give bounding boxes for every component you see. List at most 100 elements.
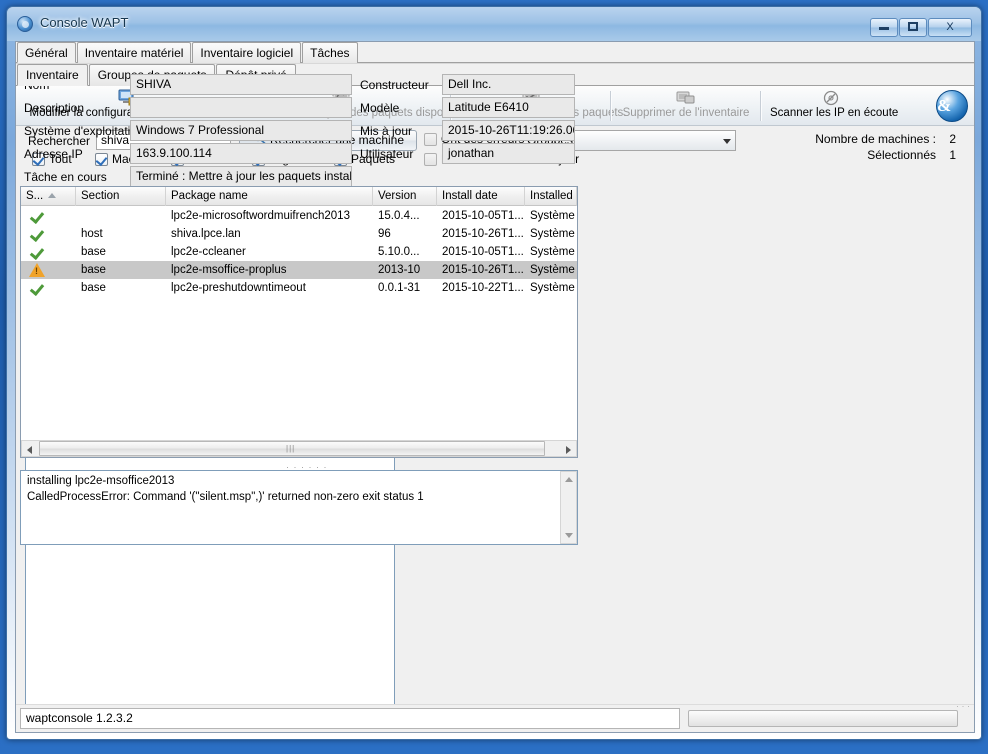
title-bar: Console WAPT X (7, 7, 981, 41)
log-line: CalledProcessError: Command '("silent.ms… (27, 491, 424, 503)
cell-package-name: shiva.lpce.lan (171, 228, 241, 240)
column-header-install-date[interactable]: Install date (437, 187, 525, 206)
remove-inventory-icon (676, 89, 696, 107)
toolbar-label: Scanner les IP en écoute (770, 107, 899, 119)
log-line: installing lpc2e-msoffice2013 (27, 475, 175, 487)
cell-package-name: lpc2e-msoffice-proplus (171, 264, 287, 276)
column-header-version[interactable]: Version (373, 187, 437, 206)
table-row[interactable]: base lpc2e-ccleaner 5.10.0... 2015-10-05… (21, 243, 577, 261)
checkbox-ont-des-erreurs[interactable] (424, 133, 437, 146)
cell-version: 15.0.4... (378, 210, 420, 222)
table-row[interactable]: host shiva.lpce.lan 96 2015-10-26T1... S… (21, 225, 577, 243)
field-label-constructeur: Constructeur (360, 78, 429, 92)
cell-version: 96 (378, 228, 391, 240)
toolbar-separator (760, 91, 762, 121)
table-row[interactable]: lpc2e-microsoftwordmuifrench2013 15.0.4.… (21, 207, 577, 225)
maximize-button[interactable] (899, 18, 927, 37)
tab-taches[interactable]: Tâches (302, 42, 358, 63)
column-header-section[interactable]: Section (76, 187, 166, 206)
packages-horizontal-scrollbar[interactable]: ||| (21, 440, 577, 457)
table-row[interactable]: base lpc2e-msoffice-proplus 2013-10 2015… (21, 261, 577, 279)
column-header-package-status-label: S... (26, 190, 44, 202)
client-area: Fichier Editer Outils ? Inventaire Group… (15, 41, 975, 733)
cell-installed-by: Système (530, 264, 575, 276)
scrollbar-thumb[interactable]: ||| (39, 441, 545, 456)
green-check-icon (31, 245, 45, 259)
field-value-utilisateur[interactable]: jonathan (442, 143, 575, 164)
tab-inventaire[interactable]: Inventaire (17, 64, 88, 86)
cell-install-date: 2015-10-05T1... (442, 210, 524, 222)
cell-version: 0.0.1-31 (378, 282, 421, 294)
resize-grip[interactable]: · · · (956, 701, 970, 715)
cell-installed-by: Système (530, 228, 575, 240)
cell-installed-by: Système (530, 246, 575, 258)
field-value-mis-a-jour[interactable]: 2015-10-26T11:19:26.06 (442, 120, 575, 141)
scroll-down-icon[interactable] (565, 533, 573, 538)
checkbox-necessite-mise-a-jour[interactable] (424, 153, 437, 166)
groups-combobox[interactable] (574, 130, 736, 151)
field-value-adresse-ip[interactable]: 163.9.100.114 (130, 143, 352, 164)
log-output-panel[interactable]: installing lpc2e-msoffice2013 CalledProc… (20, 470, 578, 545)
scan-ip-icon (821, 89, 841, 107)
green-check-icon (31, 209, 45, 223)
minimize-button[interactable] (870, 18, 898, 37)
field-value-systeme-exploitation[interactable]: Windows 7 Professional (130, 120, 352, 141)
value-nombre-de-machines: 2 (949, 132, 956, 146)
toolbar-supprimer-de-inventaire[interactable]: Supprimer de l'inventaire (614, 87, 758, 125)
table-row[interactable]: base lpc2e-preshutdowntimeout 0.0.1-31 2… (21, 279, 577, 297)
window-title: Console WAPT (40, 15, 129, 30)
warning-icon (29, 263, 45, 277)
cell-install-date: 2015-10-22T1... (442, 282, 524, 294)
field-value-description[interactable] (130, 97, 352, 118)
sort-ascending-icon (48, 193, 57, 199)
cell-install-date: 2015-10-26T1... (442, 264, 524, 276)
application-window: Console WAPT X Fichier Editer Outils ? I… (6, 6, 982, 740)
cell-section: host (81, 228, 103, 240)
field-value-nom[interactable]: SHIVA (130, 74, 352, 95)
status-bar: waptconsole 1.2.3.2 · · · (16, 701, 974, 732)
cell-version: 5.10.0... (378, 246, 420, 258)
green-check-icon (31, 281, 45, 295)
scroll-up-icon[interactable] (565, 477, 573, 482)
column-header-package-status[interactable]: S... (21, 187, 76, 206)
toolbar-label: Supprimer de l'inventaire (622, 107, 750, 119)
label-nombre-de-machines: Nombre de machines : (815, 132, 936, 146)
cell-package-name: lpc2e-preshutdowntimeout (171, 282, 306, 294)
packages-grid-panel: S... Section Package name Version Instal… (20, 186, 578, 458)
chevron-down-icon (723, 138, 731, 144)
field-label-modele: Modèle (360, 101, 400, 115)
field-value-tache-en-cours[interactable]: Terminé : Mettre à jour les paquets inst… (130, 166, 352, 187)
field-value-modele[interactable]: Latitude E6410 (442, 97, 575, 118)
cell-section (76, 207, 166, 225)
field-value-constructeur[interactable]: Dell Inc. (442, 74, 575, 95)
scrollbar-grip: ||| (286, 444, 296, 453)
app-globe-icon (17, 16, 33, 32)
field-label-tache-en-cours: Tâche en cours (24, 170, 107, 184)
detail-tab-strip: Général Inventaire matériel Inventaire l… (16, 42, 974, 63)
tab-inventaire-materiel[interactable]: Inventaire matériel (76, 42, 192, 63)
scroll-right-icon[interactable] (566, 446, 571, 454)
scroll-left-icon[interactable] (27, 446, 32, 454)
tab-general[interactable]: Général (17, 42, 76, 63)
status-text: waptconsole 1.2.3.2 (20, 708, 680, 729)
cell-section: base (81, 282, 106, 294)
cell-section: base (81, 246, 106, 258)
column-header-package-name[interactable]: Package name (166, 187, 373, 206)
close-button[interactable]: X (928, 18, 972, 37)
log-vertical-scrollbar[interactable] (560, 471, 577, 544)
tab-inventaire-logiciel[interactable]: Inventaire logiciel (192, 42, 302, 63)
field-label-adresse-ip: Adresse IP (24, 147, 83, 161)
cell-section: base (81, 264, 106, 276)
cell-version: 2013-10 (378, 264, 421, 276)
field-label-utilisateur: Utilisateur (360, 147, 414, 161)
checkbox-machine[interactable] (95, 153, 108, 166)
field-label-systeme-exploitation: Système d'exploitati (24, 124, 131, 138)
toolbar-scanner-les-ip-en-ecoute[interactable]: Scanner les IP en écoute (764, 87, 898, 125)
value-selectionnes: 1 (949, 148, 956, 162)
field-label-mis-a-jour: Mis à jour (360, 124, 413, 138)
status-progress-bar (688, 710, 958, 727)
label-selectionnes: Sélectionnés (867, 148, 936, 162)
column-header-installed-by[interactable]: Installed by (525, 187, 577, 206)
cell-installed-by: Système (530, 210, 575, 222)
green-check-icon (31, 227, 45, 241)
